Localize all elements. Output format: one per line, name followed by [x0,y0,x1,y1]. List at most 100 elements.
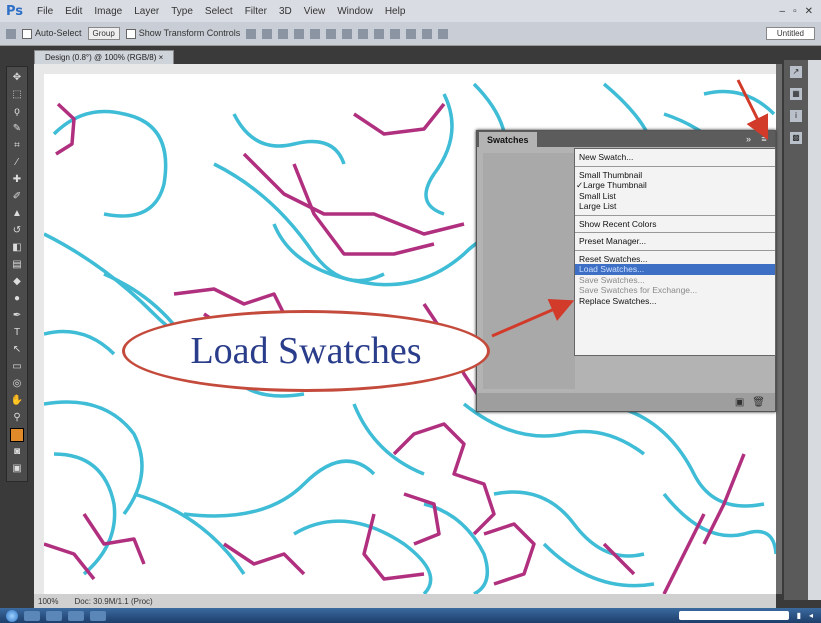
document-info[interactable]: Doc: 30.9M/1.1 (Proc) [74,597,152,606]
screen-mode-icon[interactable]: ▣ [10,462,24,476]
pen-tool-icon[interactable]: ✒ [10,309,24,323]
foreground-color-swatch[interactable] [10,428,24,442]
distribute-middle-icon[interactable] [358,28,369,39]
menu-item-large-thumbnail[interactable]: ✓Large Thumbnail [575,180,775,191]
swatches-footer: ▣ 🗑 [477,393,775,411]
menu-item-small-list[interactable]: Small List [575,191,775,202]
delete-swatch-icon[interactable]: 🗑 [752,397,765,408]
panel-menu-icon[interactable]: ≡ [757,134,771,144]
quick-select-tool-icon[interactable]: ✎ [10,122,24,136]
workspace-switcher[interactable]: Untitled [765,27,815,40]
menu-separator [575,214,775,216]
menu-item-replace-swatches[interactable]: Replace Swatches... [575,296,775,307]
swatches-flyout-menu: New Swatch... Small Thumbnail ✓Large Thumb… [574,148,776,356]
load-swatches-callout: Load Swatches [122,310,490,392]
taskbar-photoshop-icon[interactable] [90,610,106,621]
brush-tool-icon[interactable]: ✐ [10,190,24,204]
lasso-tool-icon[interactable]: ϙ [10,105,24,119]
status-bar: 100% Doc: 30.9M/1.1 (Proc) [34,594,776,608]
start-button-icon[interactable] [6,609,18,622]
taskbar-explorer-icon[interactable] [24,610,40,621]
healing-brush-tool-icon[interactable]: ✚ [10,173,24,187]
menu-select[interactable]: Select [199,6,239,17]
menu-file[interactable]: File [31,6,59,17]
hand-tool-icon[interactable]: ✋ [10,394,24,408]
menu-item-reset-swatches[interactable]: Reset Swatches... [575,254,775,265]
distribute-bottom-icon[interactable] [374,28,385,39]
menu-item-label: Small Thumbnail [579,169,643,180]
taskbar-search-box[interactable] [678,611,789,620]
3d-rotate-icon[interactable] [406,28,417,39]
align-middle-icon[interactable] [262,28,273,39]
menu-filter[interactable]: Filter [239,6,273,17]
menu-item-large-list[interactable]: Large List [575,201,775,212]
menu-item-load-swatches[interactable]: Load Swatches... [575,264,775,275]
move-tool-icon[interactable] [6,28,16,39]
zoom-level[interactable]: 100% [38,597,58,606]
menu-layer[interactable]: Layer [128,6,165,17]
menu-item-label: Load Swatches... [579,264,645,274]
swatches-panel-header: Swatches » ≡ [477,131,775,148]
swatches-tab[interactable]: Swatches [479,132,537,148]
show-transform-checkbox[interactable]: Show Transform Controls [125,28,241,39]
history-panel-icon[interactable]: ↗ [790,66,802,78]
menu-view[interactable]: View [298,6,332,17]
info-panel-icon[interactable]: i [790,110,802,122]
clone-stamp-tool-icon[interactable]: ▲ [10,207,24,221]
align-top-icon[interactable] [246,28,257,39]
volume-icon[interactable]: ◂ [809,611,813,620]
path-select-tool-icon[interactable]: ↖ [10,343,24,357]
menu-type[interactable]: Type [165,6,199,17]
menu-item-label: Save Swatches... [579,274,645,285]
dodge-tool-icon[interactable]: ● [10,292,24,306]
align-bottom-icon[interactable] [278,28,289,39]
blur-tool-icon[interactable]: ◆ [10,275,24,289]
close-icon[interactable]: ✕ [805,6,813,17]
window-controls: – ▫ ✕ [780,6,821,17]
canvas-scrollbar[interactable] [776,64,782,594]
menu-image[interactable]: Image [88,6,128,17]
menu-edit[interactable]: Edit [59,6,88,17]
collapse-panel-icon[interactable]: » [746,134,757,144]
menu-help[interactable]: Help [379,6,412,17]
menu-item-small-thumbnail[interactable]: Small Thumbnail [575,170,775,181]
auto-align-icon[interactable] [390,28,401,39]
show-transform-label: Show Transform Controls [138,28,241,39]
eyedropper-tool-icon[interactable]: ⁄ [10,156,24,170]
shape-tool-icon[interactable]: ▭ [10,360,24,374]
menu-item-new-swatch[interactable]: New Swatch... [575,152,775,163]
align-center-icon[interactable] [310,28,321,39]
type-tool-icon[interactable]: T [10,326,24,340]
swatch-grid[interactable] [483,153,575,389]
marquee-tool-icon[interactable]: ⬚ [10,88,24,102]
move-tool-icon[interactable]: ✥ [10,71,24,85]
history-brush-tool-icon[interactable]: ↺ [10,224,24,238]
menu-item-show-recent-colors[interactable]: Show Recent Colors [575,219,775,230]
3d-tool-icon[interactable]: ◎ [10,377,24,391]
3d-pan-icon[interactable] [438,28,449,39]
menu-window[interactable]: Window [331,6,379,17]
gradient-tool-icon[interactable]: ▤ [10,258,24,272]
auto-select-dropdown[interactable]: Group [87,27,120,40]
close-tab-icon[interactable]: × [159,53,164,62]
3d-roll-icon[interactable] [422,28,433,39]
layers-panel-icon[interactable]: ▦ [790,88,802,100]
new-swatch-icon[interactable]: ▣ [735,397,744,408]
zoom-tool-icon[interactable]: ⚲ [10,411,24,425]
quick-mask-icon[interactable]: ◙ [10,445,24,459]
distribute-top-icon[interactable] [342,28,353,39]
document-tab[interactable]: Design (0.8°) @ 100% (RGB/8) × [34,50,175,65]
align-right-icon[interactable] [326,28,337,39]
menu-item-preset-manager[interactable]: Preset Manager... [575,236,775,247]
minimize-icon[interactable]: – [780,6,786,17]
swatches-panel-icon[interactable]: ▩ [790,132,802,144]
maximize-icon[interactable]: ▫ [793,6,797,17]
taskbar-browser-icon[interactable] [68,610,84,621]
menu-3d[interactable]: 3D [273,6,298,17]
taskbar-media-icon[interactable] [46,610,62,621]
auto-select-checkbox[interactable]: Auto-Select [22,28,82,39]
align-left-icon[interactable] [294,28,305,39]
crop-tool-icon[interactable]: ⌗ [10,139,24,153]
eraser-tool-icon[interactable]: ◧ [10,241,24,255]
network-icon[interactable]: ▮ [797,611,801,620]
